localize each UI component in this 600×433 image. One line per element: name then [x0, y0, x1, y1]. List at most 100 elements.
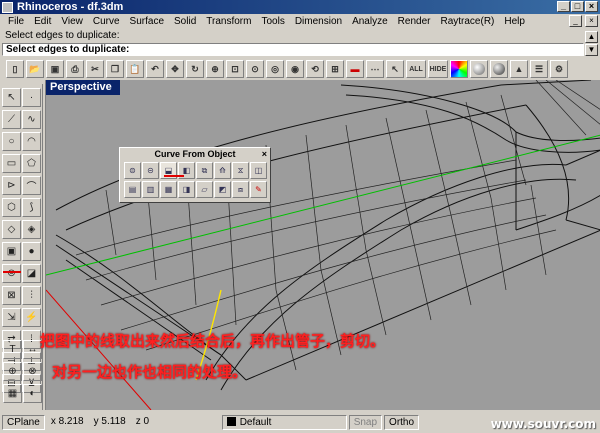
mesh-icon[interactable]: ⊠ — [2, 286, 21, 305]
panel-title[interactable]: Curve From Object × — [120, 148, 270, 160]
panel-close-button[interactable]: × — [262, 148, 267, 160]
box-icon[interactable]: ▣ — [2, 242, 21, 261]
camera-icon[interactable]: ◐ — [23, 384, 42, 403]
menu-surface[interactable]: Surface — [125, 16, 169, 27]
shaded-sphere-icon[interactable] — [490, 60, 508, 78]
history-scroll-up[interactable]: ▲ — [585, 31, 598, 43]
section-icon[interactable]: ▥ — [142, 181, 159, 198]
light-icon[interactable]: ▲ — [510, 60, 528, 78]
curve-icon[interactable]: ∿ — [22, 110, 41, 129]
measure-icon[interactable]: ⊗ — [23, 362, 42, 381]
zoom-icon[interactable]: ⊕ — [206, 60, 224, 78]
open-icon[interactable]: 📂 — [26, 60, 44, 78]
snap-toggle[interactable]: Snap — [348, 415, 383, 430]
four-view-icon[interactable]: ⊞ — [326, 60, 344, 78]
curve-from-object-panel[interactable]: Curve From Object × ⊜ ⊝ ⬓ ◧ ⧉ ⟰ ⧖ ◫ ▤ ▥ … — [119, 147, 271, 203]
copy-icon[interactable]: ❐ — [106, 60, 124, 78]
menu-raytrace[interactable]: Raytrace(R) — [435, 16, 499, 27]
grid-snap-icon[interactable]: ⋯ — [366, 60, 384, 78]
unroll-icon[interactable]: ⧈ — [232, 181, 249, 198]
intersect-icon[interactable]: ⧖ — [232, 162, 249, 179]
render-icon[interactable]: ▦ — [3, 384, 22, 403]
polyline-icon[interactable]: ⟋ — [2, 110, 21, 129]
zoom-selected-icon[interactable]: ◎ — [266, 60, 284, 78]
pull-icon[interactable]: ⟰ — [214, 162, 231, 179]
options-icon[interactable]: ⚙ — [550, 60, 568, 78]
point-icon[interactable]: · — [22, 88, 41, 107]
doc-close-button[interactable]: × — [585, 15, 598, 27]
select-icon[interactable]: ↖ — [386, 60, 404, 78]
panel-highlight-mark — [164, 175, 184, 177]
history-scroll-down[interactable]: ▼ — [585, 44, 598, 56]
render-sphere-icon[interactable] — [470, 60, 488, 78]
menu-analyze[interactable]: Analyze — [347, 16, 393, 27]
menu-dimension[interactable]: Dimension — [290, 16, 347, 27]
zoom-extents-icon[interactable]: ⊙ — [246, 60, 264, 78]
title-bar: Rhinoceros - df.3dm _ □ × — [0, 0, 600, 14]
undo-icon[interactable]: ↶ — [146, 60, 164, 78]
lightning-icon[interactable]: ⚡ — [22, 308, 41, 327]
text-icon[interactable]: T — [3, 340, 22, 359]
wireframe-extract-icon[interactable]: ▦ — [160, 181, 177, 198]
close-button[interactable]: × — [585, 1, 598, 12]
pipe-icon[interactable]: ⫶ — [22, 286, 41, 305]
cylinder-icon[interactable]: ⊜ — [2, 264, 21, 283]
print-icon[interactable]: ⎙ — [66, 60, 84, 78]
duplicate-edge-icon[interactable]: ⊜ — [124, 162, 141, 179]
curve-from-object-icon[interactable]: ⇲ — [2, 308, 21, 327]
menu-file[interactable]: File — [3, 16, 29, 27]
menu-edit[interactable]: Edit — [29, 16, 56, 27]
doc-minimize-button[interactable]: _ — [569, 15, 582, 27]
extend-icon[interactable]: ⊳ — [2, 176, 21, 195]
loft-icon[interactable]: ◈ — [22, 220, 41, 239]
properties-icon[interactable]: ☰ — [530, 60, 548, 78]
minimize-button[interactable]: _ — [557, 1, 570, 12]
menu-render[interactable]: Render — [393, 16, 436, 27]
viewport-title[interactable]: Perspective — [46, 80, 120, 95]
undo-view-icon[interactable]: ⟲ — [306, 60, 324, 78]
create-uv-icon[interactable]: ◨ — [178, 181, 195, 198]
menu-help[interactable]: Help — [499, 16, 530, 27]
contour-icon[interactable]: ▤ — [124, 181, 141, 198]
arc-icon[interactable]: ◠ — [22, 132, 41, 151]
menu-tools[interactable]: Tools — [256, 16, 289, 27]
maximize-button[interactable]: □ — [571, 1, 584, 12]
menu-curve[interactable]: Curve — [88, 16, 125, 27]
silhouette-icon[interactable]: ◫ — [250, 162, 267, 179]
layer-field[interactable]: Default — [221, 415, 347, 430]
project-icon[interactable]: ⧉ — [196, 162, 213, 179]
circle-icon[interactable]: ○ — [2, 132, 21, 151]
pen-draw-icon[interactable]: ✎ — [250, 181, 267, 198]
command-prompt[interactable]: Select edges to duplicate: — [2, 43, 584, 56]
rectangle-icon[interactable]: ▭ — [2, 154, 21, 173]
pan-icon[interactable]: ✥ — [166, 60, 184, 78]
cplane-indicator[interactable]: CPlane — [2, 415, 45, 430]
analyze-icon[interactable]: ⊕ — [3, 362, 22, 381]
save-icon[interactable]: ▣ — [46, 60, 64, 78]
blend-icon[interactable]: ⟆ — [22, 198, 41, 217]
ortho-toggle[interactable]: Ortho — [384, 415, 420, 430]
polygon-icon[interactable]: ⬠ — [22, 154, 41, 173]
color-wheel-icon[interactable] — [450, 60, 468, 78]
menu-view[interactable]: View — [56, 16, 88, 27]
menu-solid[interactable]: Solid — [169, 16, 201, 27]
smash-icon[interactable]: ◩ — [214, 181, 231, 198]
offset-icon[interactable]: ⬡ — [2, 198, 21, 217]
zoom-window-icon[interactable]: ⊡ — [226, 60, 244, 78]
menu-transform[interactable]: Transform — [201, 16, 256, 27]
sphere-icon[interactable]: ● — [22, 242, 41, 261]
flatten-icon[interactable]: ▱ — [196, 181, 213, 198]
select-all-button[interactable]: ALL — [406, 60, 426, 78]
select-arrow-icon[interactable]: ↖ — [2, 88, 21, 107]
cut-icon[interactable]: ✂ — [86, 60, 104, 78]
zoom-all-icon[interactable]: ◉ — [286, 60, 304, 78]
surface-icon[interactable]: ◇ — [2, 220, 21, 239]
new-icon[interactable]: ▯ — [6, 60, 24, 78]
duplicate-border-icon[interactable]: ⊝ — [142, 162, 159, 179]
fillet-icon[interactable]: ⌒ — [22, 176, 41, 195]
rotate-view-icon[interactable]: ↻ — [186, 60, 204, 78]
boolean-icon[interactable]: ◪ — [22, 264, 41, 283]
paste-icon[interactable]: 📋 — [126, 60, 144, 78]
hide-button[interactable]: HIDE — [428, 60, 448, 78]
car-icon[interactable]: ▬ — [346, 60, 364, 78]
